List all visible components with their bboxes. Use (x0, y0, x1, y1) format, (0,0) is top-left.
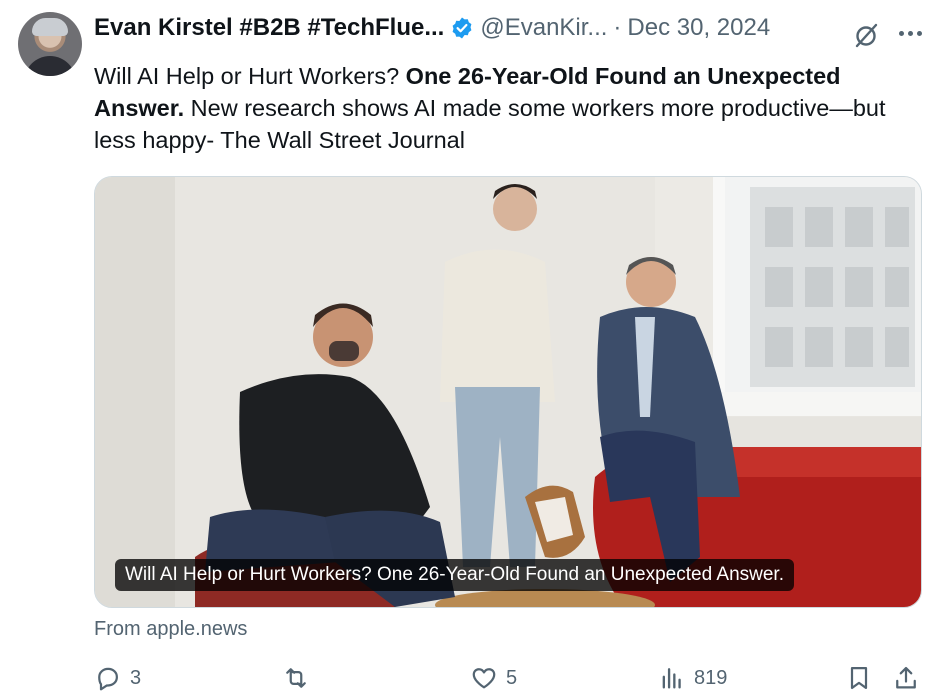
repost-icon (286, 668, 306, 688)
tweet-header: Evan Kirstel #B2B #TechFlue... @EvanKir.… (94, 12, 770, 44)
header-separator: · (613, 14, 622, 41)
share-button[interactable] (892, 660, 920, 696)
verified-badge-icon (450, 16, 474, 40)
share-icon (896, 666, 916, 689)
bookmark-button[interactable] (845, 660, 873, 696)
reply-button[interactable]: 3 (94, 660, 141, 696)
author-avatar[interactable] (18, 12, 82, 76)
tweet-text: Will AI Help or Hurt Workers? One 26-Yea… (94, 60, 924, 156)
more-dot (907, 30, 913, 36)
bookmark-icon (850, 666, 868, 690)
reply-count: 3 (130, 666, 142, 689)
author-name[interactable]: Evan Kirstel #B2B #TechFlue... (94, 14, 444, 42)
avatar-hair (32, 18, 68, 36)
avatar-suit (24, 56, 76, 76)
views-button[interactable]: 819 (658, 660, 727, 696)
like-count: 5 (506, 666, 518, 689)
like-button[interactable]: 5 (470, 660, 517, 696)
card-source[interactable]: From apple.news (94, 618, 247, 641)
card-caption: Will AI Help or Hurt Workers? One 26-Yea… (115, 559, 794, 591)
reply-icon (98, 667, 118, 691)
tweet-text-rest: New research shows AI made some workers … (94, 95, 886, 153)
views-icon (662, 668, 681, 689)
more-icon[interactable] (892, 18, 928, 48)
author-handle[interactable]: @EvanKir... (480, 14, 607, 42)
tweet-text-intro: Will AI Help or Hurt Workers? (94, 63, 406, 89)
like-icon (472, 668, 496, 689)
more-dot (898, 30, 904, 36)
repost-button[interactable] (282, 660, 318, 696)
more-dot (916, 30, 922, 36)
tweet-actions: 3 5 819 (0, 660, 940, 696)
card-photo (95, 177, 921, 607)
tweet-date[interactable]: Dec 30, 2024 (627, 14, 770, 42)
grok-icon[interactable] (852, 20, 882, 50)
link-card[interactable]: Will AI Help or Hurt Workers? One 26-Yea… (94, 176, 922, 608)
views-count: 819 (694, 666, 728, 689)
